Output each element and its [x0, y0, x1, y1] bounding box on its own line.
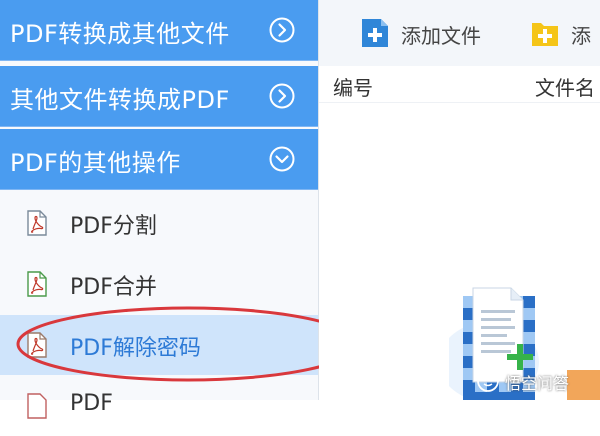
- sidebar-item-label: PDF合并: [70, 275, 157, 300]
- category-pdf-other-operations[interactable]: PDF的其他操作: [0, 129, 318, 190]
- category-other-to-pdf[interactable]: 其他文件转换成PDF: [0, 66, 318, 127]
- chevron-down-circle-icon: [269, 146, 295, 172]
- chevron-right-circle-icon: [269, 83, 295, 109]
- main-panel: 添加文件 添 编号 文件名: [319, 0, 600, 400]
- add-file-label: 添加文件: [401, 24, 481, 48]
- add-folder-label: 添: [571, 24, 591, 48]
- pdf-file-icon: [27, 393, 47, 419]
- column-header-filename[interactable]: 文件名: [535, 72, 595, 101]
- sidebar: PDF转换成其他文件 其他文件转换成PDF PDF的其他操作 PDF分割 PDF…: [0, 0, 360, 419]
- sidebar-item-label: PDF: [70, 391, 113, 416]
- annotation-ellipse: [16, 306, 360, 382]
- category-label: 其他文件转换成PDF: [10, 86, 230, 114]
- add-folder-icon: [532, 23, 558, 46]
- add-folder-button[interactable]: 添: [531, 14, 600, 52]
- add-file-button[interactable]: 添加文件: [361, 14, 501, 52]
- pdf-file-icon: [27, 271, 47, 297]
- category-label: PDF转换成其他文件: [10, 20, 230, 48]
- watermark: 悟空问答: [477, 368, 600, 396]
- wukong-logo-icon: [477, 370, 499, 392]
- sidebar-item-label: PDF分割: [70, 214, 157, 239]
- category-pdf-to-other[interactable]: PDF转换成其他文件: [0, 0, 318, 61]
- sidebar-item-pdf-partial[interactable]: PDF: [0, 376, 318, 436]
- sidebar-item-pdf-split[interactable]: PDF分割: [0, 193, 318, 253]
- chevron-right-circle-icon: [269, 17, 295, 43]
- watermark-text: 悟空问答: [505, 374, 570, 393]
- toolbar: 添加文件 添: [319, 0, 600, 67]
- add-file-icon: [362, 19, 388, 47]
- file-table-header: 编号 文件名: [319, 66, 600, 103]
- category-label: PDF的其他操作: [10, 149, 181, 177]
- pdf-file-icon: [27, 210, 47, 236]
- column-header-number[interactable]: 编号: [333, 72, 373, 101]
